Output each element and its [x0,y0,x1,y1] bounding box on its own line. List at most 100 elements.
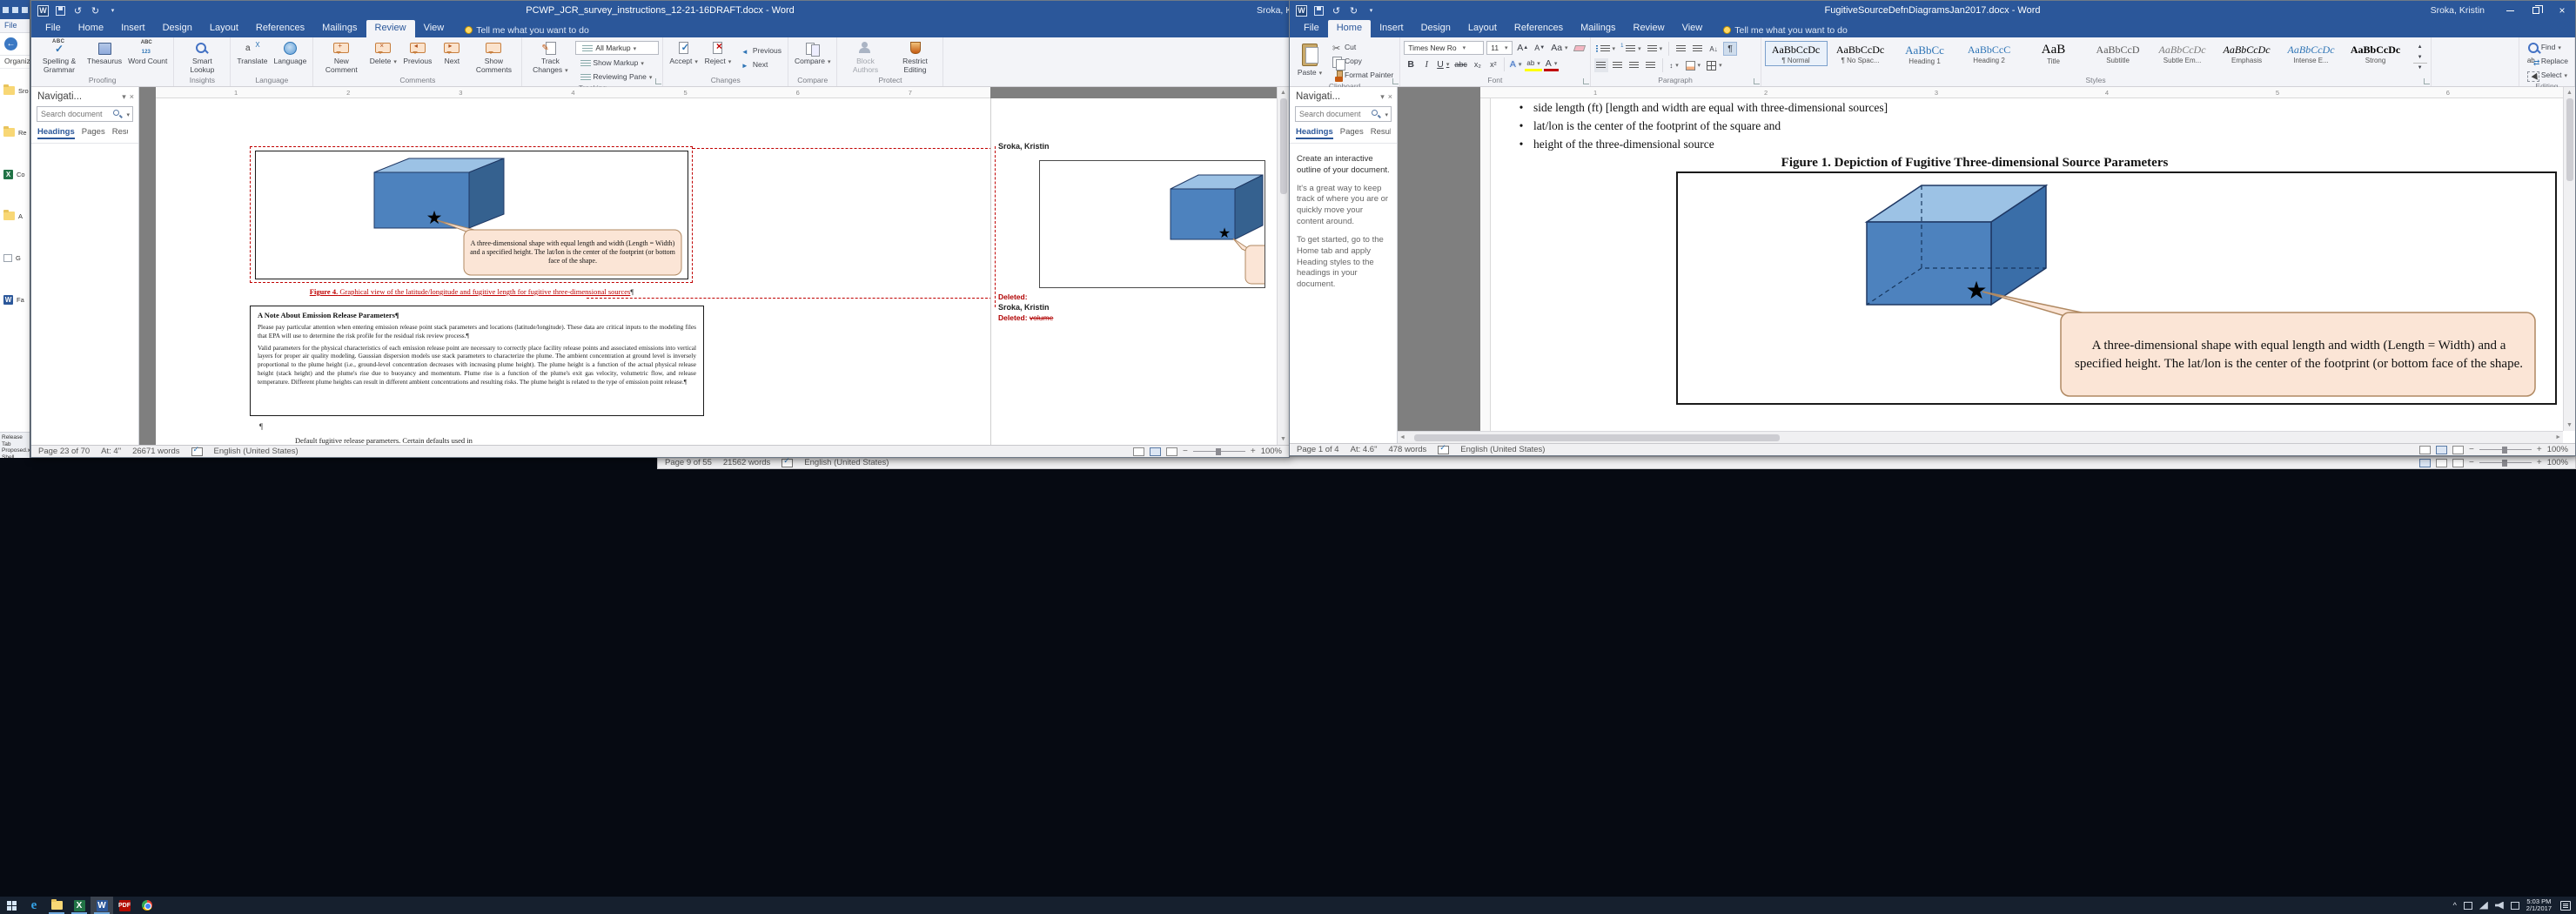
display-for-review-select[interactable]: All Markup [575,41,659,55]
zoom-in-button[interactable]: + [2537,458,2542,467]
titlebar[interactable]: W ↺ ↻ ▾ FugitiveSourceDefnDiagramsJan201… [1290,1,2575,20]
zoom-level[interactable]: 100% [1261,447,1282,456]
scroll-down-icon[interactable]: ▼ [1278,433,1288,445]
word-window-left[interactable]: W ↺ ↻ ▾ PCWP_JCR_survey_instructions_12-… [30,0,1290,458]
explorer-window[interactable]: File ← Organize Sro Re XCo A G WFa Relea… [0,0,30,458]
tab-mailings[interactable]: Mailings [1572,20,1624,37]
chevron-down-icon[interactable]: ▾ [122,92,126,102]
dialog-launcher-icon[interactable] [2424,78,2430,84]
shrink-font-button[interactable]: A▼ [1533,41,1546,55]
taskbar[interactable]: e X W PDF ^ 5:03 PM 2/1/2017 [0,897,2576,914]
status-language[interactable]: English (United States) [214,447,299,456]
style-strong[interactable]: AaBbCcDcStrong [2345,41,2407,66]
zoom-in-button[interactable]: + [2537,445,2542,454]
scrollbar-thumb[interactable] [1280,98,1287,194]
styles-scroll-down-icon[interactable]: ▼ [2413,52,2427,62]
restrict-editing-button[interactable]: Restrict Editing [890,39,939,74]
dialog-launcher-icon[interactable] [1583,78,1589,84]
document-page[interactable]: ★ A three-dimensional shape with equal l… [156,98,990,445]
ribbon-tabs[interactable]: File Home Insert Design Layout Reference… [1290,20,2575,37]
show-hidden-icons[interactable]: ^ [2453,901,2457,910]
tray-icon[interactable] [2511,902,2519,910]
close-icon[interactable]: × [130,92,134,101]
status-words[interactable]: 21562 words [723,458,770,467]
accept-button[interactable]: Accept [667,39,701,66]
nav-tab-pages[interactable]: Pages [82,127,105,139]
back-button[interactable]: ← [4,37,17,50]
style-title[interactable]: AaBTitle [2023,41,2085,66]
font-name-select[interactable]: Times New Ro [1404,41,1484,55]
tab-insert[interactable]: Insert [112,20,154,37]
show-formatting-marks-button[interactable]: ¶ [1723,42,1737,56]
tray-icon[interactable] [2464,902,2472,910]
zoom-out-button[interactable]: − [2469,458,2474,467]
status-words[interactable]: 26671 words [132,447,179,456]
web-layout-button[interactable] [2452,459,2464,467]
shading-button[interactable] [1684,58,1703,72]
smart-lookup-button[interactable]: Smart Lookup [178,39,226,74]
list-item[interactable]: Sro [0,70,30,111]
tab-design[interactable]: Design [1412,20,1459,37]
paste-button[interactable]: Paste [1293,39,1326,77]
list-item[interactable]: WFa [0,279,30,320]
qat-menu-icon[interactable]: ▾ [1365,5,1377,17]
scrollbar-thumb[interactable] [2566,98,2573,181]
align-center-button[interactable] [1611,58,1625,72]
tab-insert[interactable]: Insert [1371,20,1412,37]
tell-me-box[interactable]: Tell me what you want to do [1723,20,1848,37]
nav-tab-results[interactable]: Results [1371,127,1391,139]
status-page[interactable]: Page 23 of 70 [38,447,90,456]
line-spacing-button[interactable]: ↕ [1667,58,1681,72]
figure-frame[interactable]: ★ A three-dimensional shape with equal l… [1676,171,2557,405]
tab-references[interactable]: References [247,20,313,37]
explorer-file-tab[interactable]: File [0,19,30,33]
align-right-button[interactable] [1627,58,1641,72]
show-markup-button[interactable]: Show Markup [575,57,659,69]
redo-icon[interactable] [22,7,28,13]
tab-home[interactable]: Home [1328,20,1371,37]
scroll-left-icon[interactable]: ◄ [1398,432,1407,443]
scroll-up-icon[interactable]: ▲ [1278,87,1288,98]
start-button[interactable] [0,897,23,914]
tell-me-box[interactable]: Tell me what you want to do [465,20,589,37]
search-icon[interactable] [113,110,119,116]
document-area[interactable]: 1234567 ★ A [139,87,1277,445]
font-color-button[interactable]: A [1544,57,1560,71]
tab-view[interactable]: View [1674,20,1712,37]
thesaurus-button[interactable]: Thesaurus [84,39,124,66]
web-layout-button[interactable] [1166,447,1177,456]
sort-button[interactable]: A↓ [1707,42,1721,56]
status-page[interactable]: Page 1 of 4 [1297,445,1339,454]
align-left-button[interactable] [1594,58,1608,72]
horizontal-ruler[interactable]: 1234567 [156,87,990,98]
zoom-slider[interactable] [2479,449,2532,450]
background-word-statusbar[interactable]: Page 9 of 55 21562 words English (United… [657,456,2576,469]
zoom-slider[interactable] [1193,451,1245,452]
tab-home[interactable]: Home [70,20,112,37]
tab-design[interactable]: Design [154,20,201,37]
style-heading-2[interactable]: AaBbCcCHeading 2 [1958,41,2021,66]
save-icon[interactable] [1313,5,1325,17]
compare-button[interactable]: Compare [792,39,833,66]
track-changes-button[interactable]: Track Changes [526,39,574,74]
next-change-button[interactable]: Next [735,58,784,71]
web-layout-button[interactable] [2452,446,2464,454]
zoom-level[interactable]: 100% [2547,445,2568,454]
taskbar-acrobat[interactable]: PDF [113,897,136,914]
language-button[interactable]: Language [272,39,310,66]
taskbar-word[interactable]: W [91,897,113,914]
zoom-slider[interactable] [2479,462,2532,463]
list-item[interactable]: G [0,237,30,279]
translate-button[interactable]: Translate [234,39,270,66]
vertical-scrollbar[interactable]: ▲ ▼ [1277,87,1289,445]
reject-button[interactable]: Reject [701,39,735,66]
system-tray[interactable]: ^ 5:03 PM 2/1/2017 [2453,898,2576,913]
undo-icon[interactable]: ↺ [72,5,84,17]
close-button[interactable]: × [2549,1,2575,20]
volume-icon[interactable] [2495,902,2504,910]
save-icon[interactable] [3,7,9,13]
scroll-down-icon[interactable]: ▼ [2565,420,2574,431]
scroll-right-icon[interactable]: ► [2553,432,2563,443]
restore-button[interactable] [2523,1,2549,20]
strikethrough-button[interactable]: abc [1452,57,1469,71]
